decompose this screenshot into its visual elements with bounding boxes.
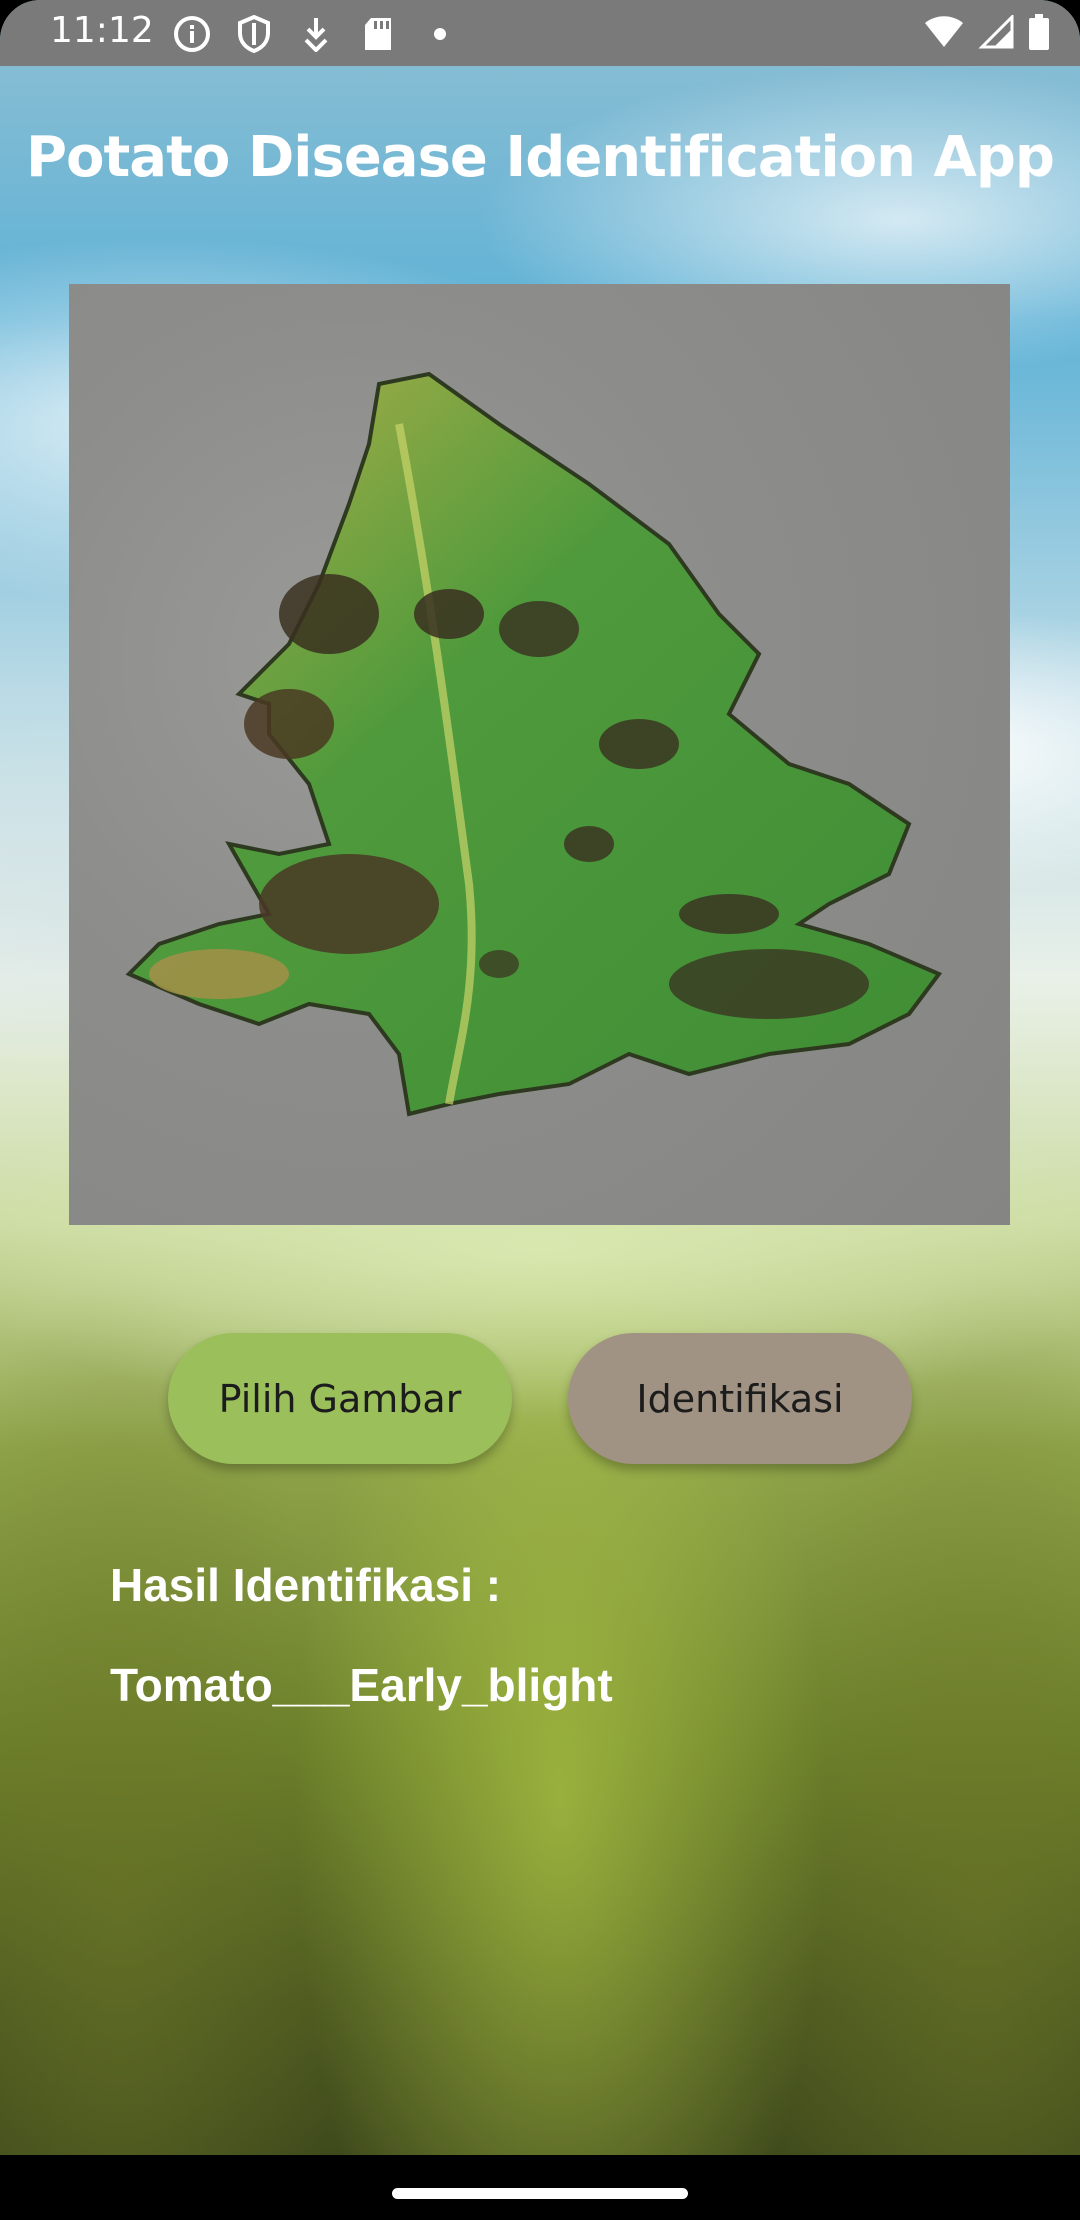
result-label: Hasil Identifikasi : — [110, 1559, 502, 1611]
status-right-icons — [924, 13, 1050, 55]
info-icon — [172, 14, 212, 54]
signal-icon — [978, 13, 1014, 54]
battery-icon — [1028, 14, 1050, 55]
leaf-illustration — [125, 371, 943, 1117]
identify-button[interactable]: Identifikasi — [568, 1333, 912, 1464]
app-screen: 11:12 Potato Disease Identification App … — [0, 0, 1080, 2220]
status-time: 11:12 — [50, 10, 154, 51]
result-value: Tomato___Early_blight — [110, 1659, 613, 1711]
download-icon — [296, 14, 336, 54]
home-gesture-handle[interactable] — [392, 2188, 688, 2199]
pick-image-button[interactable]: Pilih Gambar — [168, 1333, 512, 1464]
wifi-icon — [924, 15, 964, 54]
dot-icon — [420, 14, 460, 54]
app-title: Potato Disease Identification App — [26, 125, 1055, 190]
sd-card-icon — [358, 14, 398, 54]
status-left-icons — [172, 14, 460, 54]
status-bar: 11:12 — [0, 0, 1080, 66]
shield-icon — [234, 14, 274, 54]
leaf-photo — [69, 284, 1010, 1225]
